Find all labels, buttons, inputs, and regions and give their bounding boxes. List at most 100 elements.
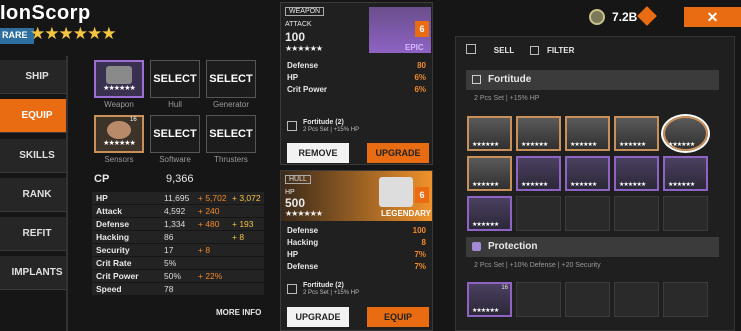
stat-value: 50% [164, 271, 182, 281]
set-icon [287, 284, 297, 294]
stat-row-attack: Attack 4,592 + 240 [92, 205, 264, 217]
empty-tile [516, 196, 561, 231]
upgrade-button[interactable]: UPGRADE [287, 307, 349, 327]
lock-level: 6 [419, 24, 425, 34]
lock-icon[interactable]: 6 [415, 21, 429, 37]
stat-bonus: + 480 [198, 219, 220, 229]
select-label: SELECT [153, 73, 197, 85]
set-desc: 2 Pcs Set | +15% HP [303, 127, 360, 133]
add-currency-icon[interactable] [637, 6, 657, 26]
tile-stars: ★★★★★★ [472, 181, 499, 188]
rarity-stars: ★★★★★★ [30, 24, 116, 44]
stat-key: Crit Power [287, 85, 328, 94]
stat-val: 7% [414, 262, 426, 271]
hull-module-icon [379, 177, 413, 207]
stat-name: Crit Rate [96, 258, 132, 268]
filter-button[interactable]: FILTER [530, 42, 586, 58]
upgrade-button[interactable]: UPGRADE [367, 143, 429, 163]
module-tile[interactable]: ★★★★★★ [467, 156, 512, 191]
button-label: SELL [493, 45, 515, 55]
close-button[interactable]: ✕ [684, 7, 741, 27]
stat-key: HP [287, 73, 299, 82]
stat-bonus: + 193 [232, 219, 254, 229]
equip-button[interactable]: EQUIP [367, 307, 429, 327]
nav-skills[interactable]: SKILLS [0, 139, 66, 173]
tile-stars: ★★★★★★ [472, 141, 499, 148]
weapon-module-card: WEAPON ATTACK 100 ★★★★★★ 6 EPIC Defense … [280, 2, 433, 165]
module-tile[interactable]: ★★★★★★ [565, 116, 610, 151]
module-stars: ★★★★★★ [285, 209, 323, 218]
slot-thrusters[interactable]: SELECT [206, 115, 256, 153]
stat-bonus: + 3,072 [232, 193, 261, 203]
remove-button[interactable]: REMOVE [287, 143, 349, 163]
nav-divider [66, 56, 68, 331]
nav-rank[interactable]: RANK [0, 178, 66, 212]
module-tile[interactable]: ★★★★★★ [467, 116, 512, 151]
ship-name: IonScorp [0, 2, 91, 24]
slot-hull[interactable]: SELECT [150, 60, 200, 98]
nav-equip[interactable]: EQUIP [0, 99, 66, 133]
slot-label: Thrusters [214, 155, 248, 164]
module-tile[interactable]: ★★★★★★ [663, 156, 708, 191]
sensor-module-icon [107, 121, 131, 139]
set-desc: 2 Pcs Set | +15% HP [303, 290, 360, 296]
stat-row-crit-rate: Crit Rate 5% [92, 257, 264, 269]
select-all-checkbox[interactable] [466, 44, 476, 54]
more-info-link[interactable]: MORE INFO [216, 308, 261, 317]
sell-button[interactable]: SELL [484, 42, 524, 58]
stat-val: 7% [414, 250, 426, 259]
level-badge: 16 [130, 117, 137, 123]
slot-weapon[interactable]: ★★★★★★ [94, 60, 144, 98]
nav-label: RANK [22, 189, 52, 200]
stat-row-security: Security 17 + 8 [92, 244, 264, 256]
module-tile[interactable]: ★★★★★★ [614, 156, 659, 191]
stat-value: 4,592 [164, 206, 186, 216]
lock-icon[interactable]: 6 [415, 187, 429, 203]
stat-key: Defense [287, 226, 319, 235]
protection-set-icon [472, 242, 481, 251]
set-title: Fortitude [488, 74, 532, 85]
nav-refit[interactable]: REFIT [0, 217, 66, 251]
stat-key: Defense [287, 61, 319, 70]
slot-software[interactable]: SELECT [150, 115, 200, 153]
stat-value: 11,695 [164, 193, 190, 203]
button-label: UPGRADE [375, 148, 421, 158]
select-label: SELECT [209, 73, 253, 85]
slot-label: Weapon [104, 100, 134, 109]
nav-ship[interactable]: SHIP [0, 60, 66, 94]
module-tile[interactable]: ★★★★★★ 16 [467, 282, 512, 317]
nav-label: IMPLANTS [11, 267, 63, 278]
stat-val: 8 [421, 238, 426, 247]
rarity-badge: RARE [0, 28, 34, 44]
stat-key: HP [287, 250, 299, 259]
stat-bonus: + 8 [232, 232, 245, 242]
stat-name: Defense [96, 219, 130, 229]
slot-generator[interactable]: SELECT [206, 60, 256, 98]
cp-value: 9,366 [166, 173, 194, 185]
stat-value: 78 [164, 284, 174, 294]
cp-label: CP [94, 173, 110, 185]
module-tile[interactable]: ★★★★★★ [516, 156, 561, 191]
stat-row-crit-power: Crit Power 50% + 22% [92, 270, 264, 282]
stat-value: 17 [164, 245, 174, 255]
slot-label: Generator [212, 100, 250, 109]
slot-label: Sensors [104, 155, 134, 164]
module-tile-selected[interactable]: ★★★★★★ [663, 116, 708, 151]
nav-label: SKILLS [19, 150, 55, 161]
module-tile[interactable]: ★★★★★★ [467, 196, 512, 231]
tile-stars: ★★★★★★ [668, 141, 695, 148]
stat-value: 5% [164, 258, 177, 268]
stat-key: Hacking [287, 238, 319, 247]
module-tile[interactable]: ★★★★★★ [614, 116, 659, 151]
module-type: WEAPON [289, 8, 321, 15]
module-type: HULL [289, 176, 307, 183]
slot-stars: ★★★★★★ [103, 84, 136, 92]
nav-implants[interactable]: IMPLANTS [0, 256, 66, 290]
stat-name: Security [96, 245, 130, 255]
module-tile[interactable]: ★★★★★★ [516, 116, 561, 151]
stat-name: Crit Power [96, 271, 139, 281]
stat-bonus: + 240 [198, 206, 220, 216]
primary-stat-value: 100 [285, 30, 306, 44]
slot-label: Hull [168, 100, 182, 109]
module-tile[interactable]: ★★★★★★ [565, 156, 610, 191]
